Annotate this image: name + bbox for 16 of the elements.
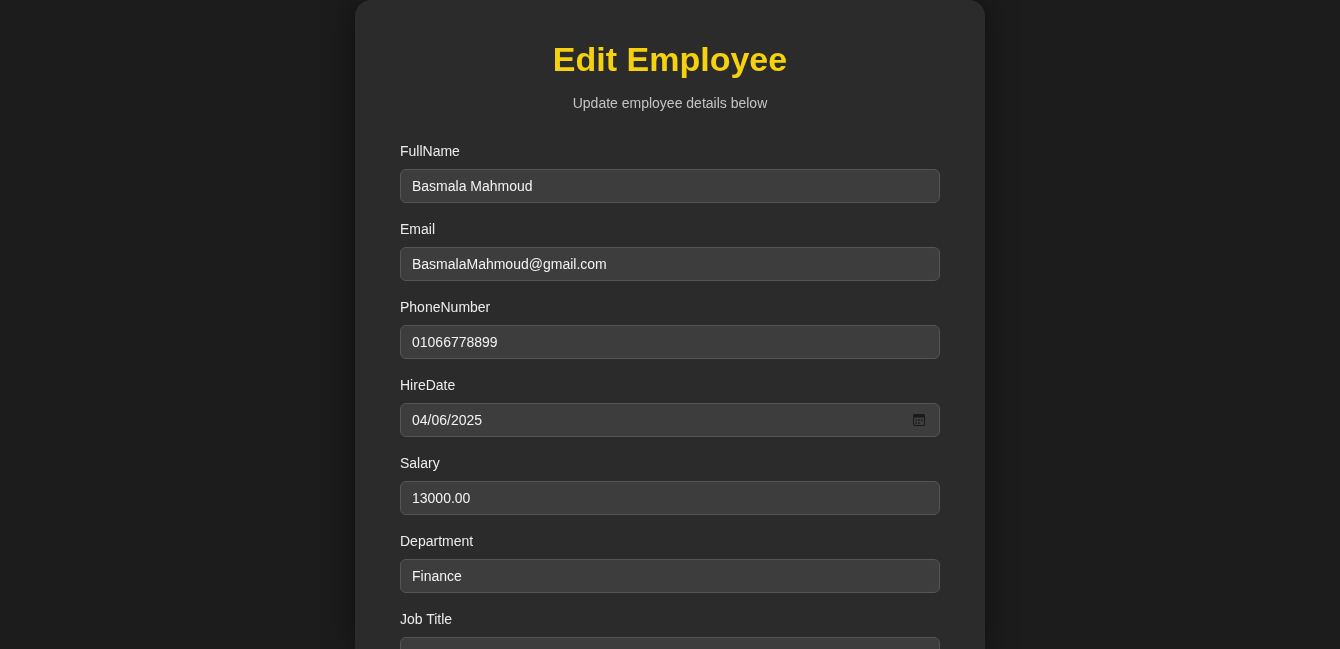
date-field[interactable]: 04/06/2025 (400, 403, 940, 437)
input-field[interactable]: BasmalaMahmoud@gmail.com (400, 247, 940, 281)
field-label: Department (400, 532, 475, 551)
field-label: Job Title (400, 610, 454, 629)
calendar-icon[interactable] (913, 414, 925, 426)
field-label: FullName (400, 142, 461, 161)
field-label: HireDate (400, 376, 457, 395)
input-field[interactable]: Basmala Mahmoud (400, 169, 940, 203)
input-field[interactable]: Finance (400, 559, 940, 593)
field-label: Email (400, 220, 436, 239)
input-field[interactable]: 01066778899 (400, 325, 940, 359)
field-label: PhoneNumber (400, 298, 492, 317)
page-subtitle: Update employee details below (571, 94, 769, 113)
page-title: Edit Employee (551, 39, 789, 80)
input-field[interactable]: 13000.00 (400, 481, 940, 515)
field-label: Salary (400, 454, 441, 473)
